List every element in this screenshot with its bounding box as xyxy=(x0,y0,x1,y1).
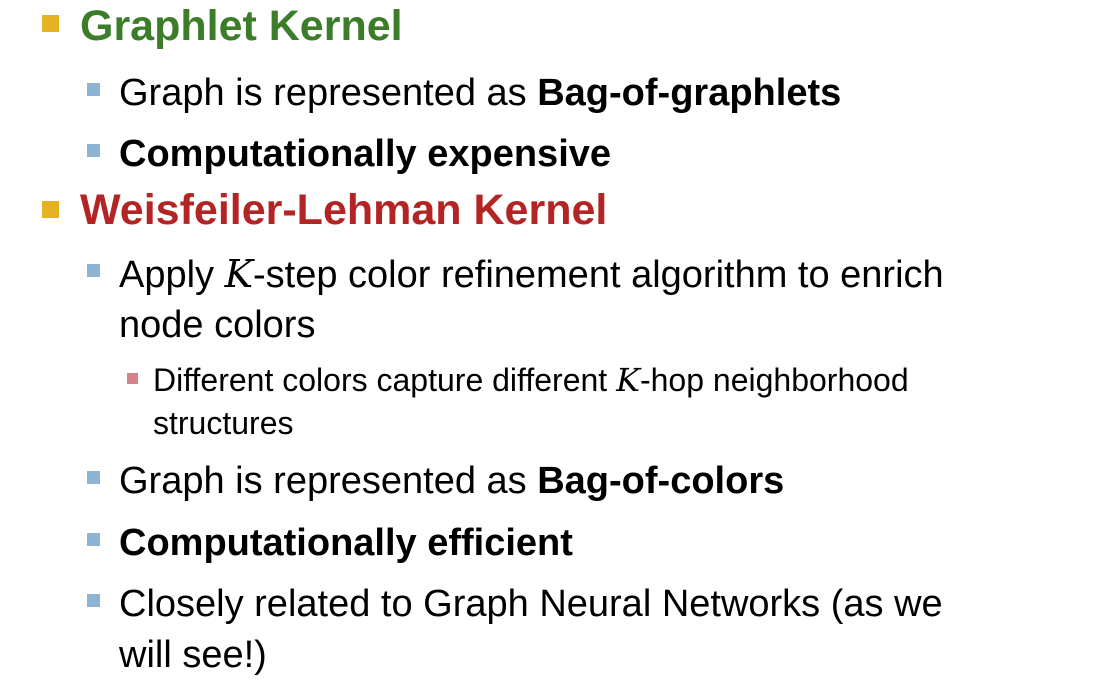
bullet-wl-gnn: Closely related to Graph Neural Networks… xyxy=(119,583,943,625)
level2-bullet xyxy=(87,83,100,96)
bullet-graphlet-representation: Graph is represented as Bag-of-graphlets xyxy=(119,74,841,112)
slide: Graphlet Kernel Graph is represented as … xyxy=(0,0,1093,684)
math-variable: K xyxy=(616,361,640,399)
bullet-wl-representation: Graph is represented as Bag-of-colors xyxy=(119,462,784,500)
bullet-wl-cost: Computationally efficient xyxy=(119,522,573,564)
level1-bullet xyxy=(42,15,59,32)
bullet-text: Graph is represented as xyxy=(119,460,538,502)
bullet-wl-gnn-continued: will see!) xyxy=(119,634,267,676)
bullet-text: Apply xyxy=(119,254,225,296)
level2-bullet xyxy=(87,471,100,484)
bullet-bold-text: Bag-of-colors xyxy=(537,460,785,502)
bullet-graphlet-cost: Computationally expensive xyxy=(119,133,612,175)
section-heading-graphlet-kernel: Graphlet Kernel xyxy=(80,2,403,50)
subbullet-text: Different colors capture different xyxy=(153,362,617,398)
level2-bullet xyxy=(87,264,100,277)
level2-bullet xyxy=(87,594,100,607)
level2-bullet xyxy=(87,533,100,546)
bullet-wl-refinement: Apply K-step color refinement algorithm … xyxy=(119,255,944,294)
bullet-wl-refinement-continued: node colors xyxy=(119,304,316,346)
subbullet-wl-colors-continued: structures xyxy=(153,405,294,441)
bullet-text: Graph is represented as xyxy=(119,72,538,114)
section-heading-wl-kernel: Weisfeiler-Lehman Kernel xyxy=(80,186,608,234)
subbullet-text: -hop neighborhood xyxy=(639,362,909,398)
level3-bullet xyxy=(127,373,138,384)
subbullet-wl-colors: Different colors capture different K-hop… xyxy=(153,364,909,396)
level2-bullet xyxy=(87,144,100,157)
math-variable: K xyxy=(224,252,254,296)
level1-bullet xyxy=(42,201,59,218)
bullet-text: -step color refinement algorithm to enri… xyxy=(253,254,944,296)
bullet-bold-text: Bag-of-graphlets xyxy=(537,72,842,114)
